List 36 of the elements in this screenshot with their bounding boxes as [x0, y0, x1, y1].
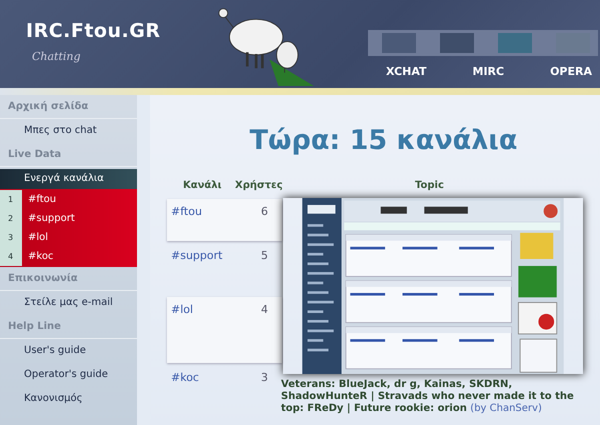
nav-link[interactable]: OPERA — [550, 65, 592, 78]
nav-link[interactable]: XCHAT — [386, 65, 427, 78]
channel-link[interactable]: #lol — [22, 232, 48, 243]
sidebar-link[interactable]: User's guide — [0, 339, 137, 363]
page-title: Τώρα: 15 κανάλια — [248, 125, 518, 156]
channel-number: 2 — [0, 209, 22, 228]
channel-number: 1 — [0, 190, 22, 209]
user-count: 6 — [261, 205, 268, 218]
channel-link[interactable]: #ftou — [171, 205, 261, 218]
logo-tagline: Chatting — [32, 50, 82, 63]
sidebar-section-heading: Live Data — [0, 143, 137, 167]
sidebar-link[interactable]: Μπες στο chat — [0, 119, 137, 143]
sidebar-section-heading: Help Line — [0, 315, 137, 339]
channel-link[interactable]: #koc — [171, 371, 261, 384]
user-count: 3 — [261, 371, 268, 384]
column-header: Topic — [415, 180, 444, 191]
sidebar-section-heading: Αρχική σελίδα — [0, 95, 137, 119]
channel-link[interactable]: #ftou — [22, 194, 56, 205]
sidebar-section-heading: Επικοινωνία — [0, 267, 137, 291]
channel-link[interactable]: #lol — [171, 303, 261, 316]
sidebar-active-item[interactable]: Ενεργά κανάλια — [0, 169, 137, 189]
channel-link[interactable]: #support — [22, 213, 75, 224]
site-logo[interactable]: IRC.Ftou.GR — [26, 20, 186, 42]
user-count: 4 — [261, 303, 268, 316]
channel-number: 4 — [0, 247, 22, 266]
sidebar-link[interactable]: Στείλε μας e-mail — [0, 291, 137, 315]
nav-link[interactable]: MIRC — [472, 65, 504, 78]
column-header: Χρήστες — [235, 180, 284, 191]
channel-topic: Veterans: BlueJack, dr g, Kainas, SKDRN, ShadowHunteR | Stravads who never made it to the top: FReDy | Future rookie: orion (by ChanServ) — [281, 379, 575, 415]
channel-link[interactable]: #support — [171, 249, 261, 262]
sidebar-link[interactable]: Κανονισμός — [0, 387, 137, 411]
channel-number: 3 — [0, 228, 22, 247]
column-header: Κανάλι — [183, 180, 223, 191]
user-count: 5 — [261, 249, 268, 262]
sidebar-link[interactable]: Operator's guide — [0, 363, 137, 387]
channel-link[interactable]: #koc — [22, 251, 54, 262]
